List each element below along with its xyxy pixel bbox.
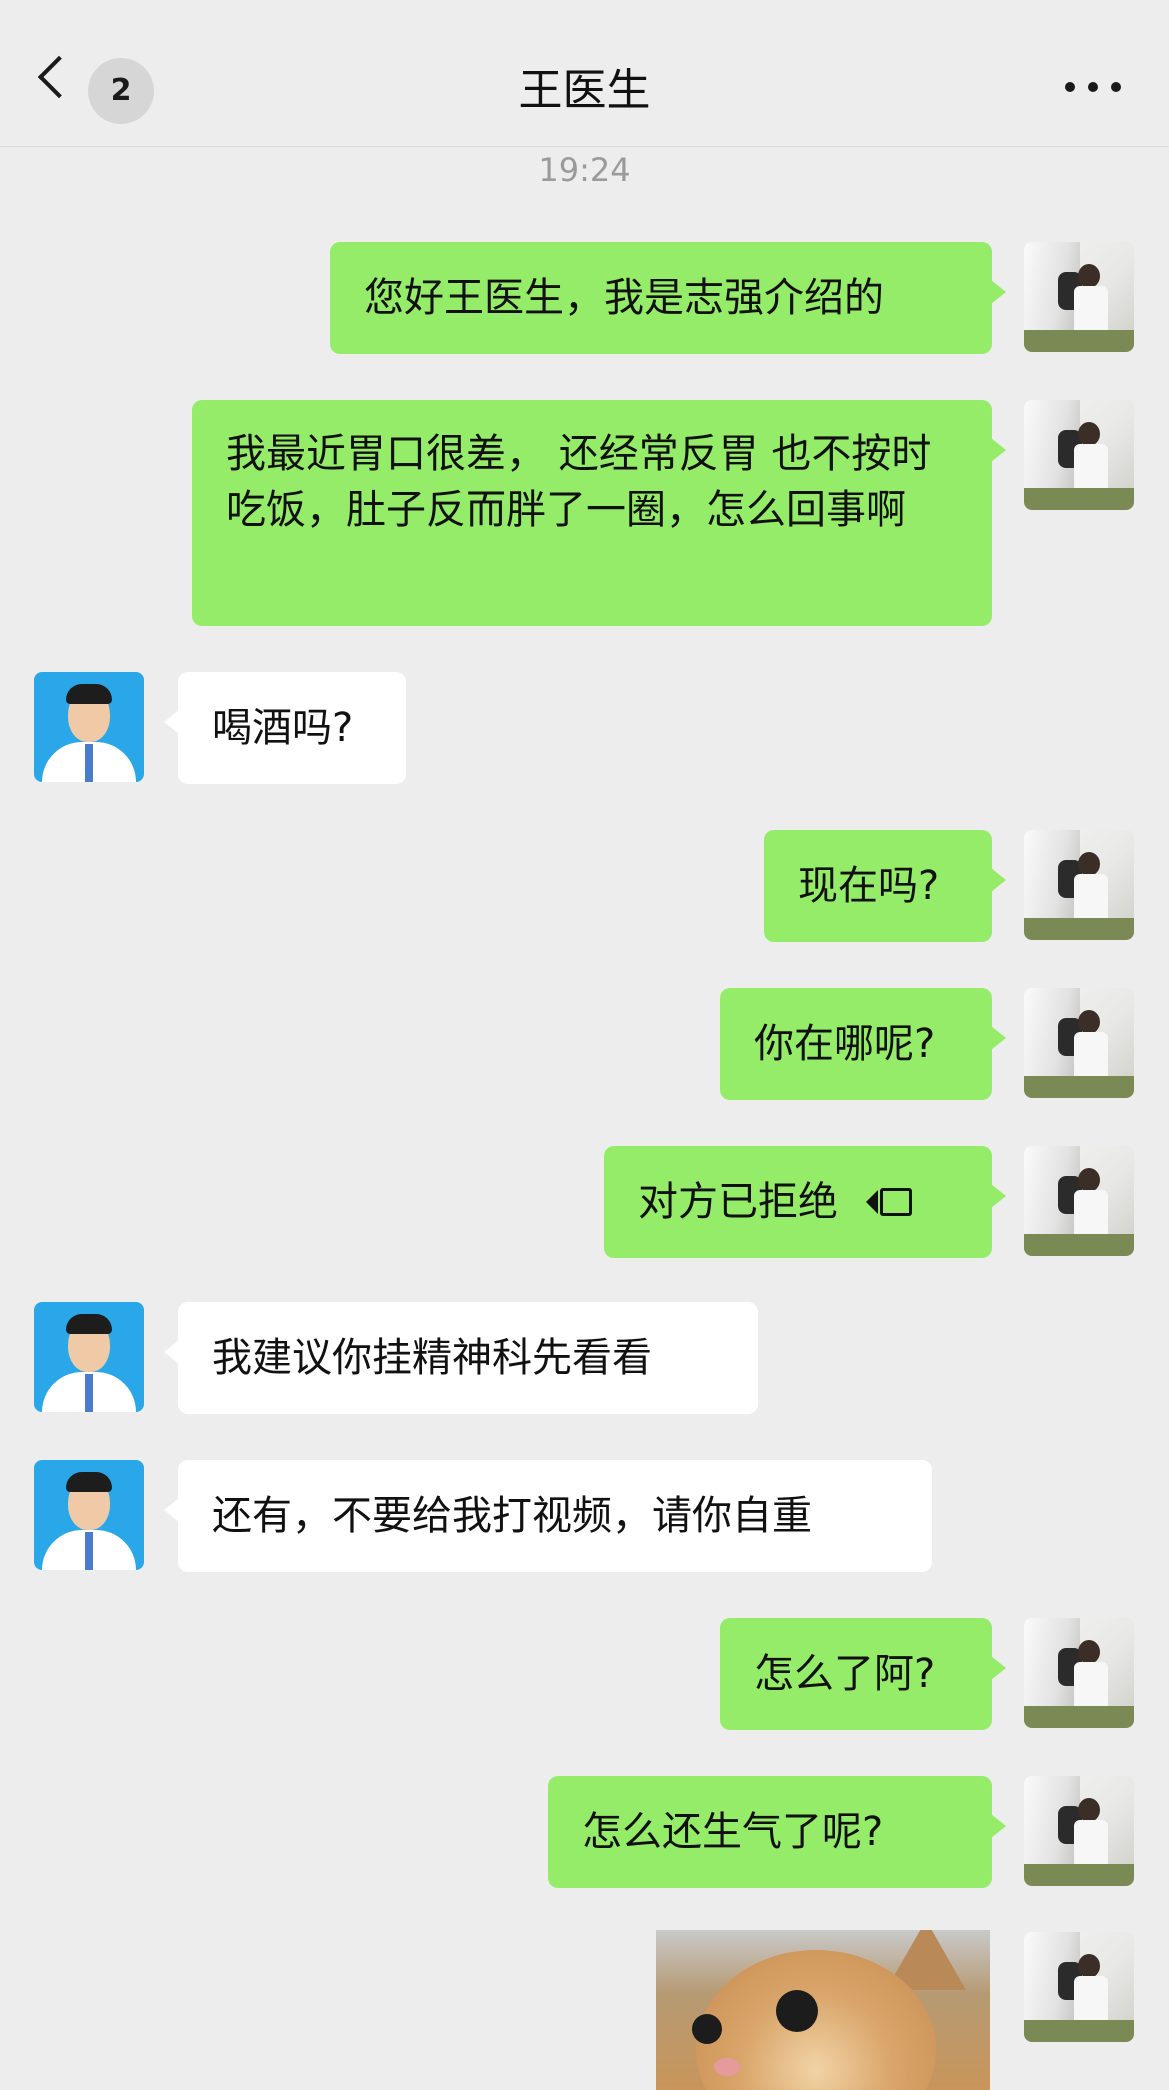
sent-bubble[interactable]: 我最近胃口很差， 还经常反胃 也不按时吃饭，肚子反而胖了一圈，怎么回事啊 — [192, 400, 1006, 626]
sent-bubble[interactable]: 你在哪呢? — [720, 988, 1006, 1100]
doctor-avatar[interactable] — [34, 1460, 144, 1570]
sent-bubble[interactable]: 您好王医生，我是志强介绍的 — [330, 242, 1006, 354]
my-avatar[interactable] — [1024, 988, 1134, 1098]
my-avatar[interactable] — [1024, 1932, 1134, 2042]
call-declined-bubble[interactable]: 对方已拒绝 — [604, 1146, 1006, 1258]
chat-title: 王医生 — [518, 65, 651, 116]
sent-bubble[interactable]: 现在吗? — [764, 830, 1006, 942]
my-avatar[interactable] — [1024, 1776, 1134, 1886]
my-avatar[interactable] — [1024, 1618, 1134, 1728]
message-timestamp: 19:24 — [538, 151, 631, 189]
sent-bubble[interactable]: 怎么还生气了呢? — [548, 1776, 1006, 1888]
my-avatar[interactable] — [1024, 400, 1134, 510]
my-avatar[interactable] — [1024, 1146, 1134, 1256]
cat-photo-message[interactable] — [656, 1930, 990, 2090]
video-call-icon — [866, 1188, 912, 1216]
doctor-avatar[interactable] — [34, 672, 144, 782]
received-bubble[interactable]: 还有，不要给我打视频，请你自重 — [164, 1460, 932, 1572]
more-options-icon[interactable] — [1065, 80, 1121, 94]
doctor-avatar[interactable] — [34, 1302, 144, 1412]
my-avatar[interactable] — [1024, 830, 1134, 940]
chat-header: 2 王医生 — [0, 0, 1169, 147]
received-bubble[interactable]: 喝酒吗? — [164, 672, 406, 784]
received-bubble[interactable]: 我建议你挂精神科先看看 — [164, 1302, 758, 1414]
sent-bubble[interactable]: 怎么了阿? — [720, 1618, 1006, 1730]
call-status-text: 对方已拒绝 — [638, 1179, 838, 1225]
my-avatar[interactable] — [1024, 242, 1134, 352]
